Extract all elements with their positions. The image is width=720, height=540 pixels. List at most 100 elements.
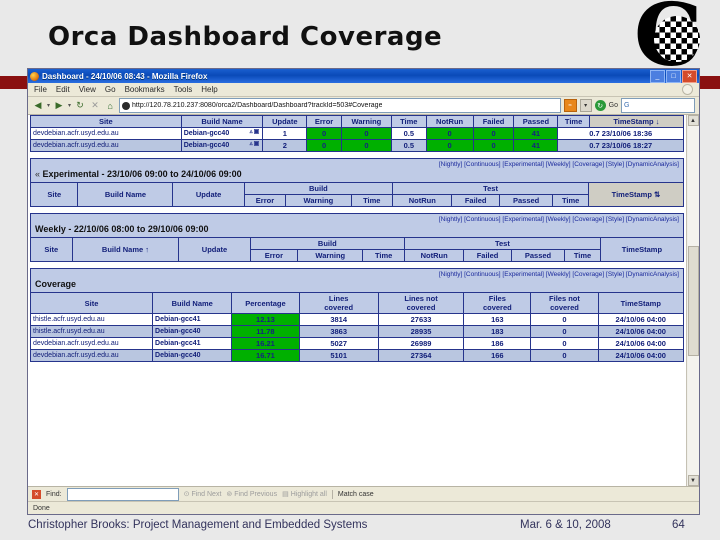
back-icon[interactable]: ◀ xyxy=(32,100,44,112)
col-error[interactable]: Error xyxy=(243,194,287,208)
find-input[interactable] xyxy=(66,487,179,501)
collapse-chevron-icon[interactable]: « xyxy=(35,169,40,179)
scroll-track-bottom[interactable] xyxy=(687,355,699,475)
menu-item-go[interactable]: Go xyxy=(105,85,116,94)
table-row[interactable]: thistle.acfr.usyd.edu.au Debian-gcc41 12… xyxy=(29,313,685,327)
col-update[interactable]: Update xyxy=(178,237,251,263)
nav-link-nightly[interactable]: [Nightly] xyxy=(439,271,462,278)
menu-item-edit[interactable]: Edit xyxy=(56,85,70,94)
table-row[interactable]: devdebian.acfr.usyd.edu.au Debian-gcc41 … xyxy=(29,337,685,351)
match-case-checkbox[interactable]: Match case xyxy=(338,491,374,498)
close-findbar-icon[interactable]: ✕ xyxy=(32,489,41,499)
col-build-time[interactable]: Time xyxy=(362,249,405,263)
col-warning[interactable]: Warning xyxy=(285,194,352,208)
highlight-all-button[interactable]: ▤ Highlight all xyxy=(282,490,327,499)
stop-icon[interactable]: ✕ xyxy=(89,100,101,112)
nav-link-coverage[interactable]: [Coverage] xyxy=(572,216,604,223)
col-warning[interactable]: Warning xyxy=(340,115,393,128)
col-failed[interactable]: Failed xyxy=(451,194,500,208)
col-test-time[interactable]: Time xyxy=(552,194,589,208)
nav-link-experimental[interactable]: [Experimental] xyxy=(502,271,544,278)
col-files-not-covered[interactable]: Files not covered xyxy=(530,292,599,315)
col-error[interactable]: Error xyxy=(249,249,299,263)
col-build-name[interactable]: Build Name xyxy=(152,292,233,315)
scroll-down-arrow-icon[interactable]: ▼ xyxy=(687,475,699,486)
col-notrun[interactable]: NotRun xyxy=(392,194,453,208)
home-icon[interactable]: ⌂ xyxy=(104,100,116,112)
nav-link-style[interactable]: [Style] xyxy=(606,161,624,168)
menu-item-file[interactable]: File xyxy=(34,85,47,94)
menu-item-help[interactable]: Help xyxy=(201,85,217,94)
nav-link-dynamicanalysis[interactable]: [DynamicAnalysis] xyxy=(626,216,679,223)
col-timestamp[interactable]: TimeStamp xyxy=(599,237,685,263)
col-update[interactable]: Update xyxy=(262,115,308,128)
col-passed[interactable]: Passed xyxy=(513,115,559,128)
col-percentage[interactable]: Percentage xyxy=(231,292,300,315)
col-build-time[interactable]: Time xyxy=(350,194,394,208)
scroll-track-top[interactable] xyxy=(687,126,699,246)
nav-link-continuous[interactable]: [Continuous] xyxy=(464,161,501,168)
build-link-icons[interactable]: ▵▣ xyxy=(250,129,261,135)
col-notrun[interactable]: NotRun xyxy=(403,249,465,263)
scroll-up-arrow-icon[interactable]: ▲ xyxy=(687,115,699,126)
col-lines-covered[interactable]: Lines covered xyxy=(298,292,379,315)
nav-link-style[interactable]: [Style] xyxy=(606,216,624,223)
nav-link-coverage[interactable]: [Coverage] xyxy=(572,271,604,278)
table-row[interactable]: devdebian.acfr.usyd.edu.au ▵▣ Debian-gcc… xyxy=(30,127,684,140)
col-site[interactable]: Site xyxy=(29,292,154,315)
col-timestamp[interactable]: TimeStamp ⇅ xyxy=(587,182,685,208)
rss-feed-icon[interactable]: ≈ xyxy=(563,99,577,112)
col-warning[interactable]: Warning xyxy=(297,249,364,263)
col-timestamp[interactable]: TimeStamp ↓ xyxy=(588,115,685,128)
nav-link-weekly[interactable]: [Weekly] xyxy=(546,161,571,168)
col-timestamp[interactable]: TimeStamp xyxy=(597,292,685,315)
col-failed[interactable]: Failed xyxy=(472,115,515,128)
col-passed[interactable]: Passed xyxy=(498,194,554,208)
find-previous-button[interactable]: ⊚ Find Previous xyxy=(226,490,277,499)
nav-link-nightly[interactable]: [Nightly] xyxy=(439,216,462,223)
col-site[interactable]: Site xyxy=(30,115,182,128)
col-site[interactable]: Site xyxy=(30,237,73,263)
maximize-button[interactable]: □ xyxy=(666,69,681,83)
table-row[interactable]: devdebian.acfr.usyd.edu.au Debian-gcc40 … xyxy=(29,349,685,363)
col-update[interactable]: Update xyxy=(172,182,245,208)
nav-link-style[interactable]: [Style] xyxy=(606,271,624,278)
find-next-button[interactable]: ⊙ Find Next xyxy=(184,490,222,499)
col-passed[interactable]: Passed xyxy=(510,249,566,263)
address-bar[interactable]: http://120.78.210.237:8080/orca2/Dashboa… xyxy=(119,98,561,113)
col-lines-not-covered[interactable]: Lines not covered xyxy=(377,292,465,315)
nav-link-dynamicanalysis[interactable]: [DynamicAnalysis] xyxy=(626,271,679,278)
close-button[interactable]: ✕ xyxy=(682,69,697,83)
go-label[interactable]: Go xyxy=(609,102,618,109)
col-notrun[interactable]: NotRun xyxy=(425,115,474,128)
col-build-name[interactable]: Build Name xyxy=(180,115,264,128)
col-failed[interactable]: Failed xyxy=(463,249,512,263)
nav-link-experimental[interactable]: [Experimental] xyxy=(502,216,544,223)
col-build-name[interactable]: Build Name xyxy=(77,182,174,208)
col-test-time[interactable]: Time xyxy=(564,249,601,263)
go-icon[interactable]: ↻ xyxy=(594,100,606,111)
reload-icon[interactable]: ↻ xyxy=(74,100,86,112)
menu-item-view[interactable]: View xyxy=(79,85,96,94)
col-build-time[interactable]: Time xyxy=(391,115,427,128)
back-dropdown-icon[interactable]: ▾ xyxy=(47,102,50,109)
table-row[interactable]: thistle.acfr.usyd.edu.au Debian-gcc40 11… xyxy=(29,325,685,339)
col-test-time[interactable]: Time xyxy=(557,115,590,128)
feed-dropdown-icon[interactable]: ▾ xyxy=(579,99,592,112)
nav-link-nightly[interactable]: [Nightly] xyxy=(439,161,462,168)
table-row[interactable]: devdebian.acfr.usyd.edu.au ▵▣ Debian-gcc… xyxy=(30,139,684,152)
nav-link-coverage[interactable]: [Coverage] xyxy=(572,161,604,168)
nav-link-weekly[interactable]: [Weekly] xyxy=(546,216,571,223)
nav-link-weekly[interactable]: [Weekly] xyxy=(546,271,571,278)
minimize-button[interactable]: _ xyxy=(650,69,665,83)
menu-item-bookmarks[interactable]: Bookmarks xyxy=(125,85,165,94)
nav-link-continuous[interactable]: [Continuous] xyxy=(464,271,501,278)
col-files-covered[interactable]: Files covered xyxy=(463,292,532,315)
col-site[interactable]: Site xyxy=(29,182,79,208)
forward-dropdown-icon[interactable]: ▾ xyxy=(68,102,71,109)
nav-link-continuous[interactable]: [Continuous] xyxy=(464,216,501,223)
nav-link-dynamicanalysis[interactable]: [DynamicAnalysis] xyxy=(626,161,679,168)
build-link-icons[interactable]: ▵▣ xyxy=(250,141,261,147)
col-error[interactable]: Error xyxy=(306,115,342,128)
menu-item-tools[interactable]: Tools xyxy=(174,85,193,94)
